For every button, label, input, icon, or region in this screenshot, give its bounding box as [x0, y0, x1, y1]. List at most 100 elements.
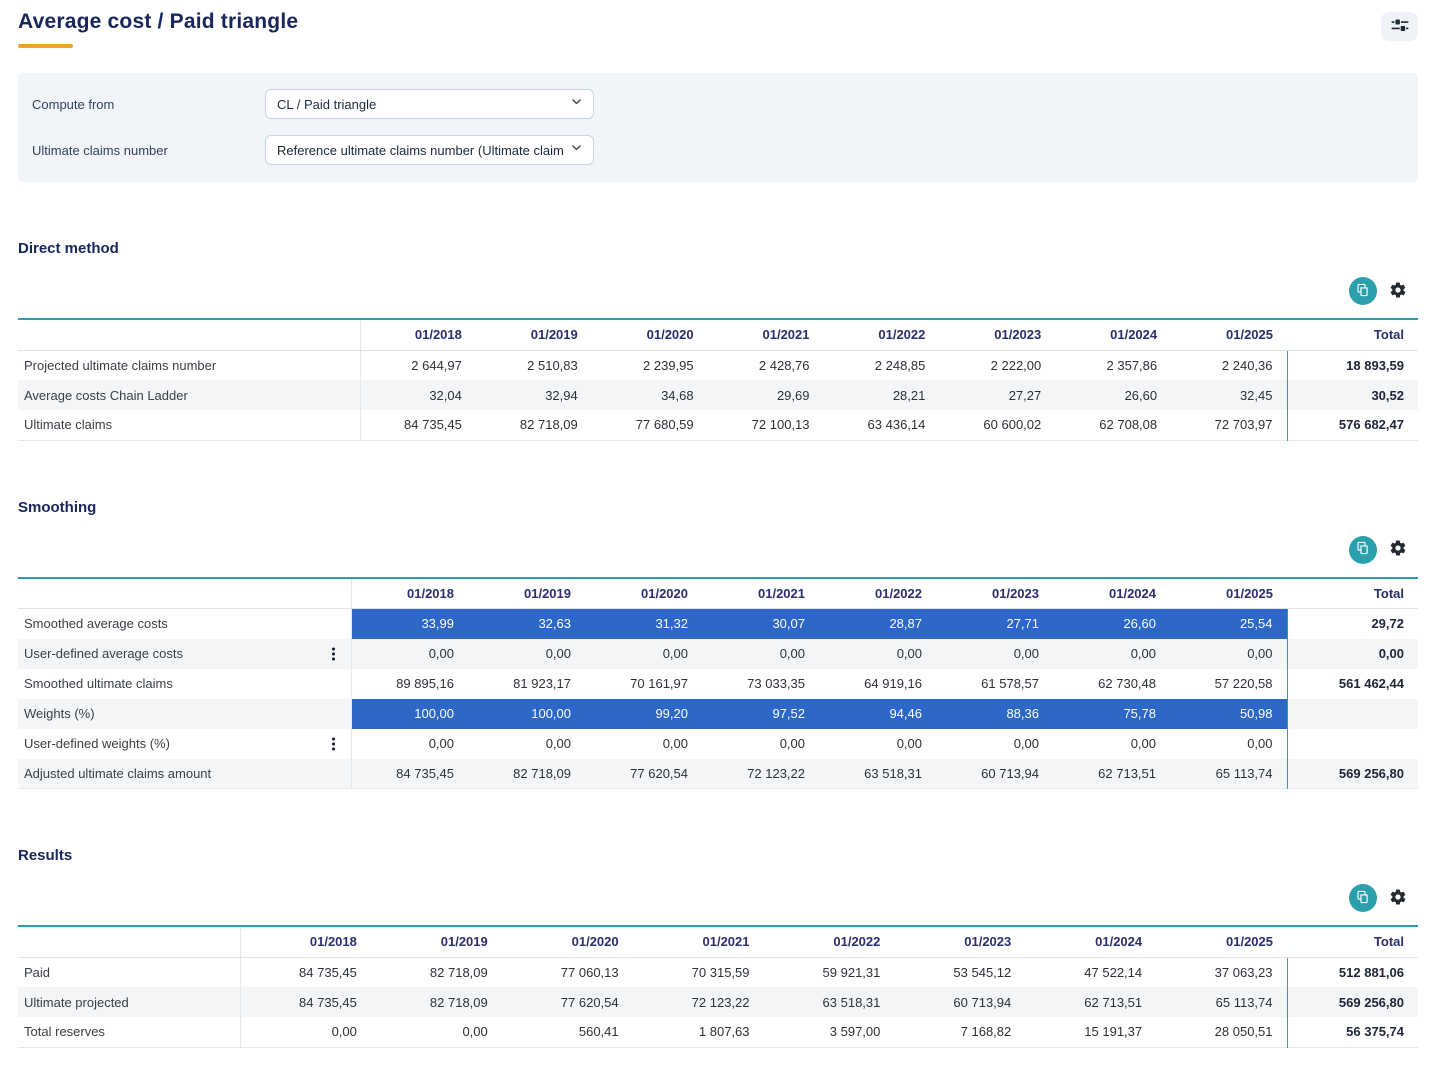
value-cell: 34,68: [592, 380, 708, 410]
period-column-header: 01/2024: [1055, 319, 1171, 350]
value-cell: 72 123,22: [702, 759, 819, 789]
value-cell: 15 191,37: [1025, 1017, 1156, 1047]
table-row: Ultimate claims84 735,4582 718,0977 680,…: [18, 410, 1418, 440]
value-cell: 59 921,31: [764, 957, 895, 987]
row-label: User-defined weights (%): [18, 729, 351, 759]
row-label-text: Weights (%): [24, 706, 95, 721]
table-row: Smoothed ultimate claims89 895,1681 923,…: [18, 669, 1418, 699]
row-label: Weights (%): [18, 699, 351, 729]
value-cell: 2 644,97: [360, 350, 476, 380]
period-column-header: 01/2024: [1053, 578, 1170, 609]
period-column-header: 01/2018: [240, 926, 371, 957]
total-cell: 56 375,74: [1287, 1017, 1418, 1047]
title-block: Average cost / Paid triangle: [18, 10, 298, 48]
copy-icon: [1356, 890, 1370, 907]
results-table: 01/201801/201901/202001/202101/202201/20…: [18, 925, 1418, 1048]
period-column-header: 01/2023: [894, 926, 1025, 957]
value-cell: 3 597,00: [764, 1017, 895, 1047]
compute-from-value: CL / Paid triangle: [277, 97, 564, 112]
value-cell: 50,98: [1170, 699, 1287, 729]
period-column-header: 01/2020: [502, 926, 633, 957]
total-cell: [1287, 699, 1418, 729]
value-cell: 2 428,76: [708, 350, 824, 380]
total-column-header: Total: [1287, 319, 1418, 350]
page-settings-button[interactable]: [1381, 12, 1418, 41]
table-settings-button[interactable]: [1388, 281, 1408, 301]
period-column-header: 01/2018: [360, 319, 476, 350]
table-row: User-defined average costs0,000,000,000,…: [18, 639, 1418, 669]
value-cell: 0,00: [936, 639, 1053, 669]
value-cell: 0,00: [371, 1017, 502, 1047]
page-header: Average cost / Paid triangle: [18, 10, 1418, 48]
value-cell: 62 713,51: [1025, 987, 1156, 1017]
value-cell: 27,71: [936, 609, 1053, 639]
value-cell: 560,41: [502, 1017, 633, 1047]
ultimate-claims-number-select[interactable]: Reference ultimate claims number (Ultima…: [265, 135, 594, 165]
value-cell: 0,00: [819, 729, 936, 759]
value-cell: 63 518,31: [764, 987, 895, 1017]
header-row: 01/201801/201901/202001/202101/202201/20…: [18, 926, 1418, 957]
compute-from-select[interactable]: CL / Paid triangle: [265, 89, 594, 119]
value-cell: 28,87: [819, 609, 936, 639]
value-cell: 26,60: [1053, 609, 1170, 639]
row-label: User-defined average costs: [18, 639, 351, 669]
header-row: 01/201801/201901/202001/202101/202201/20…: [18, 578, 1418, 609]
period-column-header: 01/2023: [939, 319, 1055, 350]
value-cell: 82 718,09: [371, 987, 502, 1017]
period-column-header: 01/2020: [585, 578, 702, 609]
copy-table-button[interactable]: [1349, 884, 1377, 912]
value-cell: 100,00: [468, 699, 585, 729]
copy-table-button[interactable]: [1349, 536, 1377, 564]
table-row: Weights (%)100,00100,0099,2097,5294,4688…: [18, 699, 1418, 729]
table-settings-button[interactable]: [1388, 888, 1408, 908]
page: Average cost / Paid triangle Compute fro…: [0, 0, 1436, 1072]
value-cell: 2 357,86: [1055, 350, 1171, 380]
value-cell: 2 240,36: [1171, 350, 1287, 380]
row-label: Smoothed average costs: [18, 609, 351, 639]
table-row: Paid84 735,4582 718,0977 060,1370 315,59…: [18, 957, 1418, 987]
value-cell: 32,45: [1171, 380, 1287, 410]
table-row: Adjusted ultimate claims amount84 735,45…: [18, 759, 1418, 789]
total-cell: 569 256,80: [1287, 987, 1418, 1017]
value-cell: 0,00: [585, 639, 702, 669]
kebab-menu-icon[interactable]: [330, 645, 337, 662]
table-row: Total reserves0,000,00560,411 807,633 59…: [18, 1017, 1418, 1047]
value-cell: 53 545,12: [894, 957, 1025, 987]
total-cell: 576 682,47: [1287, 410, 1418, 440]
period-column-header: 01/2024: [1025, 926, 1156, 957]
row-label: Adjusted ultimate claims amount: [18, 759, 351, 789]
value-cell: 84 735,45: [240, 957, 371, 987]
ultimate-claims-number-label: Ultimate claims number: [32, 143, 265, 158]
row-label: Ultimate claims: [18, 410, 360, 440]
copy-table-button[interactable]: [1349, 277, 1377, 305]
period-column-header: 01/2022: [819, 578, 936, 609]
value-cell: 77 620,54: [585, 759, 702, 789]
filter-row-compute-from: Compute from CL / Paid triangle: [32, 89, 1404, 119]
row-label-text: Smoothed ultimate claims: [24, 676, 173, 691]
value-cell: 94,46: [819, 699, 936, 729]
value-cell: 47 522,14: [1025, 957, 1156, 987]
row-label-text: Smoothed average costs: [24, 616, 168, 631]
value-cell: 0,00: [702, 729, 819, 759]
section-results: Results 01/201801/201901/202001/202101/2…: [18, 847, 1418, 1048]
value-cell: 77 680,59: [592, 410, 708, 440]
row-label: Paid: [18, 957, 240, 987]
row-label-text: Ultimate claims: [24, 417, 112, 432]
kebab-menu-icon[interactable]: [330, 735, 337, 752]
value-cell: 64 919,16: [819, 669, 936, 699]
value-cell: 32,63: [468, 609, 585, 639]
row-label-text: User-defined average costs: [24, 646, 183, 661]
value-cell: 7 168,82: [894, 1017, 1025, 1047]
value-cell: 31,32: [585, 609, 702, 639]
total-column-header: Total: [1287, 926, 1418, 957]
value-cell: 65 113,74: [1156, 987, 1287, 1017]
value-cell: 61 578,57: [936, 669, 1053, 699]
row-label-text: Paid: [24, 965, 50, 980]
table-settings-button[interactable]: [1388, 540, 1408, 560]
value-cell: 37 063,23: [1156, 957, 1287, 987]
value-cell: 2 222,00: [939, 350, 1055, 380]
table-toolbar: [18, 277, 1418, 305]
value-cell: 32,04: [360, 380, 476, 410]
row-label-text: Projected ultimate claims number: [24, 358, 216, 373]
gear-icon: [1389, 539, 1407, 560]
